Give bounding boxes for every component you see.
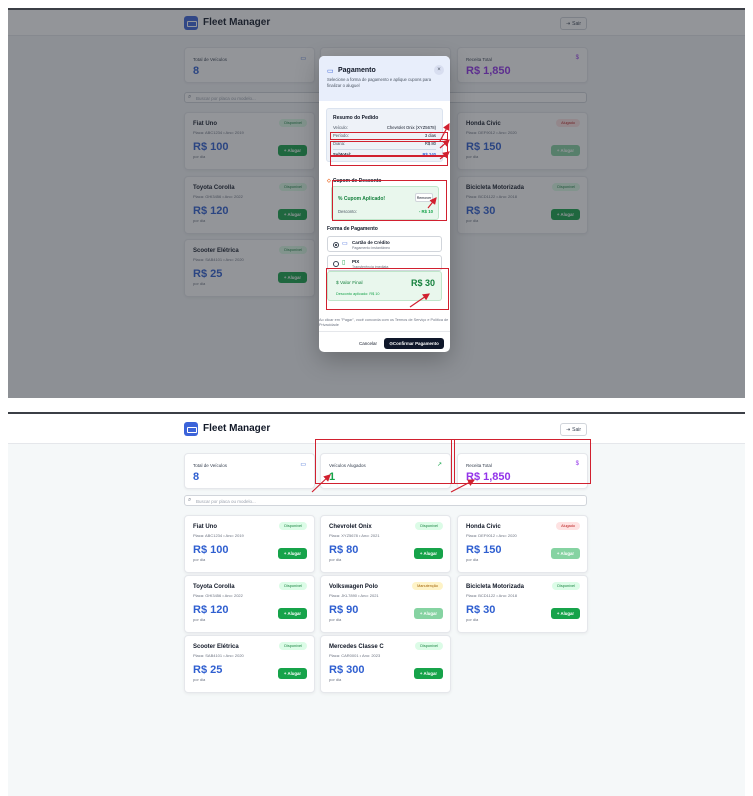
payment-option-credit-card[interactable]: ▭ Cartão de Crédito Pagamento instantâne… [327,236,442,252]
logout-icon: ⇥ [565,426,571,433]
dollar-icon: $ [575,461,579,467]
vehicle-card: Volkswagen Polo Placa: JKL7890 • Ano: 20… [320,575,451,633]
final-value-box: $ Valor Final R$ 30 Desconto aplicado: R… [327,271,442,301]
radio-selected[interactable] [333,242,339,248]
payment-option-pix[interactable]: ▯ PIX Transferência imediata [327,255,442,271]
screenshot-with-payment-modal: Fleet Manager ⇥Sair Total de Veículos 8 … [8,8,745,398]
smartphone-icon: ▯ [342,260,346,266]
status-badge: Alugado [556,522,580,530]
rent-button[interactable]: + Alugar [414,548,443,559]
cancel-button[interactable]: Cancelar [355,338,381,349]
rent-button[interactable]: + Alugar [278,668,307,679]
vehicle-card: Bicicleta Motorizada Placa: BCD1122 • An… [457,575,588,633]
confirm-payment-button[interactable]: ⊙ Confirmar Pagamento [384,338,444,349]
app-header: Fleet Manager ⇥Sair [8,414,745,444]
stat-total-vehicles: Total de Veículos 8 ▭ [184,453,315,489]
radio-unselected[interactable] [333,261,339,267]
vehicle-card: Chevrolet Onix Placa: XYZ5678 • Ano: 202… [320,515,451,573]
summary-subtotal-row: Subtotal: R$ 240 [333,149,436,158]
discount-value: - R$ 10 [418,209,433,214]
vehicle-card: Mercedes Classe C Placa: CAR0001 • Ano: … [320,635,451,693]
vehicle-card: Scooter Elétrica Placa: SAB4101 • Ano: 2… [184,635,315,693]
logout-button[interactable]: ⇥Sair [560,423,587,436]
status-badge: Disponível [415,522,443,530]
car-logo-icon [184,422,198,436]
status-badge: Disponível [279,582,307,590]
order-summary: Resumo do Pedido Veículo: Chevrolet Onix … [326,108,443,162]
stat-total-revenue: Receita Total R$ 1,850 $ [457,453,588,489]
summary-daily-row: Diária: R$ 80 [333,141,436,146]
search-icon: ⌕ [188,497,192,503]
payment-section-title: Forma de Pagamento [327,226,378,232]
summary-period-row: Período: 3 dias [333,133,436,138]
credit-card-icon: ▭ [327,68,334,75]
coupon-section-title: ◇ Cupom de Desconto [327,178,382,184]
vehicle-card: Fiat Uno Placa: ABC1234 • Ano: 2019 Disp… [184,515,315,573]
tag-icon: ◇ [327,178,331,184]
credit-card-icon: ▭ [342,241,348,247]
vehicle-card: Toyota Corolla Placa: GHI3456 • Ano: 202… [184,575,315,633]
summary-vehicle-row: Veículo: Chevrolet Onix (XYZ5678) [333,125,436,130]
status-badge: Disponível [415,642,443,650]
payment-modal: ▭ Pagamento × Selecione a forma de pagam… [319,56,450,352]
stat-rented-vehicles: Veículos Alugados 1 ↗ [320,453,451,489]
terms-text: Ao clicar em "Pagar", você concorda com … [319,318,449,327]
close-icon: × [437,67,441,73]
modal-footer: Cancelar ⊙ Confirmar Pagamento [319,331,450,352]
car-icon: ▭ [300,462,306,468]
final-value: R$ 30 [410,278,435,288]
close-button[interactable]: × [434,65,444,75]
final-value-label: $ Valor Final [336,281,363,286]
rent-button[interactable]: + Alugar [551,608,580,619]
modal-title: Pagamento [338,67,376,74]
rent-button[interactable]: + Alugar [414,668,443,679]
status-badge: Manutenção [412,582,443,590]
search-input[interactable]: ⌕ Buscar por placa ou modelo... [184,495,587,506]
rent-button[interactable]: + Alugar [414,608,443,619]
screenshot-dashboard: Fleet Manager ⇥ Sair Total de Veículos 8 … [8,412,745,796]
modal-header: ▭ Pagamento × Selecione a forma de pagam… [319,56,450,101]
status-badge: Disponível [279,642,307,650]
status-badge: Disponível [279,522,307,530]
coupon-applied-box: % Cupom Aplicado! Remover Desconto: - R$… [331,186,439,220]
remove-coupon-button[interactable]: Remover [415,193,433,202]
status-badge: Disponível [552,582,580,590]
rent-button[interactable]: + Alugar [278,548,307,559]
rent-button[interactable]: + Alugar [278,608,307,619]
modal-subtitle: Selecione a forma de pagamento e aplique… [327,77,432,88]
rent-button[interactable]: + Alugar [551,548,580,559]
coupon-applied-label: % Cupom Aplicado! [338,196,386,202]
trending-up-icon: ↗ [436,462,442,468]
vehicle-card: Honda Civic Placa: DEF9012 • Ano: 2020 A… [457,515,588,573]
